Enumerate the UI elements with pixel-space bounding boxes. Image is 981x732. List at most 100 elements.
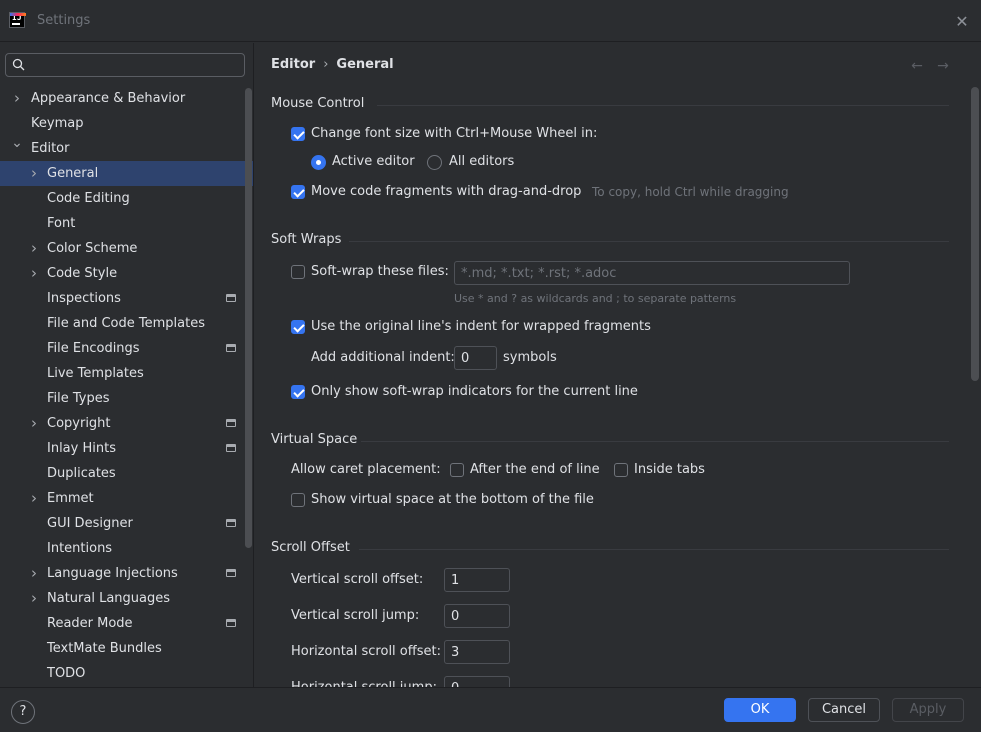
sidebar-item-language-injections[interactable]: › Language Injections (0, 561, 253, 586)
after-end-checkbox[interactable] (450, 463, 464, 477)
sidebar-item-keymap[interactable]: Keymap (0, 111, 253, 136)
active-editor-radio[interactable] (311, 155, 326, 170)
section-divider (361, 441, 949, 442)
sidebar-item-inspections[interactable]: Inspections (0, 286, 253, 311)
search-input[interactable] (30, 56, 240, 74)
sidebar-item-code-style[interactable]: › Code Style (0, 261, 253, 286)
breadcrumb: Editor › General (271, 57, 394, 72)
caret-placement-label: Allow caret placement: (291, 462, 441, 477)
sidebar-item-reader-mode[interactable]: Reader Mode (0, 611, 253, 636)
apply-button[interactable]: Apply (892, 698, 964, 722)
sidebar-item-copyright[interactable]: › Copyright (0, 411, 253, 436)
sidebar-item-label: Copyright (47, 416, 111, 431)
section-title-mouse-control: Mouse Control (271, 96, 365, 111)
additional-indent-input[interactable] (454, 346, 497, 370)
title-bar: IJ Settings ✕ (0, 0, 981, 42)
help-button[interactable]: ? (11, 700, 35, 724)
move-code-label: Move code fragments with drag-and-drop (311, 184, 582, 199)
sidebar-item-gui-designer[interactable]: GUI Designer (0, 511, 253, 536)
change-font-size-label: Change font size with Ctrl+Mouse Wheel i… (311, 126, 598, 141)
settings-tree: › Appearance & Behavior Keymap ⌄ Editor › Gene… (0, 86, 253, 686)
back-arrow-icon[interactable]: ← (908, 57, 926, 75)
chevron-right-icon[interactable]: › (28, 236, 40, 261)
content-scrollbar[interactable] (971, 87, 979, 381)
change-font-size-checkbox[interactable] (291, 127, 305, 141)
sidebar-item-inlay-hints[interactable]: Inlay Hints (0, 436, 253, 461)
sidebar-item-emmet[interactable]: › Emmet (0, 486, 253, 511)
sidebar-item-label: File and Code Templates (47, 316, 205, 331)
sidebar-item-live-templates[interactable]: Live Templates (0, 361, 253, 386)
sidebar-item-file-and-code-templates[interactable]: File and Code Templates (0, 311, 253, 336)
forward-arrow-icon[interactable]: → (934, 57, 952, 75)
search-icon (12, 58, 25, 71)
only-current-line-label: Only show soft-wrap indicators for the c… (311, 384, 638, 399)
soft-wrap-patterns-hint: Use * and ? as wildcards and ; to separa… (454, 292, 737, 305)
after-end-label: After the end of line (470, 462, 600, 477)
soft-wrap-files-checkbox[interactable] (291, 265, 305, 279)
sidebar-item-label: Intentions (47, 541, 113, 556)
dialog-button-bar: ? OK Cancel Apply (0, 687, 981, 732)
show-bottom-checkbox[interactable] (291, 493, 305, 507)
project-level-icon (226, 619, 236, 627)
sidebar-item-label: Inspections (47, 291, 121, 306)
sidebar-item-label: Live Templates (47, 366, 144, 381)
search-box[interactable] (5, 53, 245, 77)
chevron-right-icon[interactable]: › (28, 486, 40, 511)
active-editor-label: Active editor (332, 154, 415, 169)
chevron-right-icon[interactable]: › (28, 561, 40, 586)
horizontal-jump-input[interactable] (444, 676, 510, 687)
sidebar-item-editor[interactable]: ⌄ Editor (0, 136, 253, 161)
close-icon[interactable]: ✕ (952, 12, 972, 32)
section-title-soft-wraps: Soft Wraps (271, 232, 342, 247)
original-indent-label: Use the original line's indent for wrapp… (311, 319, 651, 334)
sidebar-item-label: Color Scheme (47, 241, 138, 256)
sidebar-item-label: TextMate Bundles (47, 641, 162, 656)
cancel-button[interactable]: Cancel (808, 698, 880, 722)
only-current-line-checkbox[interactable] (291, 385, 305, 399)
chevron-right-icon[interactable]: › (11, 86, 23, 111)
sidebar-item-label: Reader Mode (47, 616, 133, 631)
logo-stripe (10, 13, 26, 16)
breadcrumb-parent[interactable]: Editor (271, 57, 315, 72)
additional-indent-suffix: symbols (503, 350, 557, 365)
section-title-scroll-offset: Scroll Offset (271, 540, 350, 555)
move-code-checkbox[interactable] (291, 185, 305, 199)
window-title: Settings (37, 13, 91, 28)
chevron-right-icon[interactable]: › (28, 261, 40, 286)
sidebar-item-duplicates[interactable]: Duplicates (0, 461, 253, 486)
chevron-right-icon[interactable]: › (28, 411, 40, 436)
original-indent-checkbox[interactable] (291, 320, 305, 334)
sidebar-item-intentions[interactable]: Intentions (0, 536, 253, 561)
sidebar-item-natural-languages[interactable]: › Natural Languages (0, 586, 253, 611)
vertical-offset-input[interactable] (444, 568, 510, 592)
sidebar-item-label: Language Injections (47, 566, 178, 581)
chevron-right-icon[interactable]: › (28, 161, 40, 186)
sidebar-item-label: Inlay Hints (47, 441, 116, 456)
sidebar-item-font[interactable]: Font (0, 211, 253, 236)
sidebar-item-textmate-bundles[interactable]: TextMate Bundles (0, 636, 253, 661)
sidebar-item-todo[interactable]: TODO (0, 661, 253, 686)
breadcrumb-current: General (336, 57, 394, 72)
all-editors-radio[interactable] (427, 155, 442, 170)
sidebar-item-appearance-behavior[interactable]: › Appearance & Behavior (0, 86, 253, 111)
horizontal-offset-input[interactable] (444, 640, 510, 664)
project-level-icon (226, 569, 236, 577)
project-level-icon (226, 444, 236, 452)
soft-wrap-patterns-input[interactable] (454, 261, 850, 285)
sidebar-item-file-types[interactable]: File Types (0, 386, 253, 411)
vertical-jump-label: Vertical scroll jump: (291, 608, 420, 623)
sidebar-item-general[interactable]: › General (0, 161, 253, 186)
vertical-jump-input[interactable] (444, 604, 510, 628)
chevron-down-icon[interactable]: ⌄ (11, 136, 23, 150)
project-level-icon (226, 519, 236, 527)
show-bottom-label: Show virtual space at the bottom of the … (311, 492, 594, 507)
section-title-virtual-space: Virtual Space (271, 432, 358, 447)
inside-tabs-checkbox[interactable] (614, 463, 628, 477)
sidebar-item-code-editing[interactable]: Code Editing (0, 186, 253, 211)
sidebar-item-file-encodings[interactable]: File Encodings (0, 336, 253, 361)
chevron-right-icon[interactable]: › (28, 586, 40, 611)
sidebar-item-color-scheme[interactable]: › Color Scheme (0, 236, 253, 261)
all-editors-label: All editors (449, 154, 515, 169)
ok-button[interactable]: OK (724, 698, 796, 722)
sidebar-scrollbar[interactable] (245, 88, 252, 548)
